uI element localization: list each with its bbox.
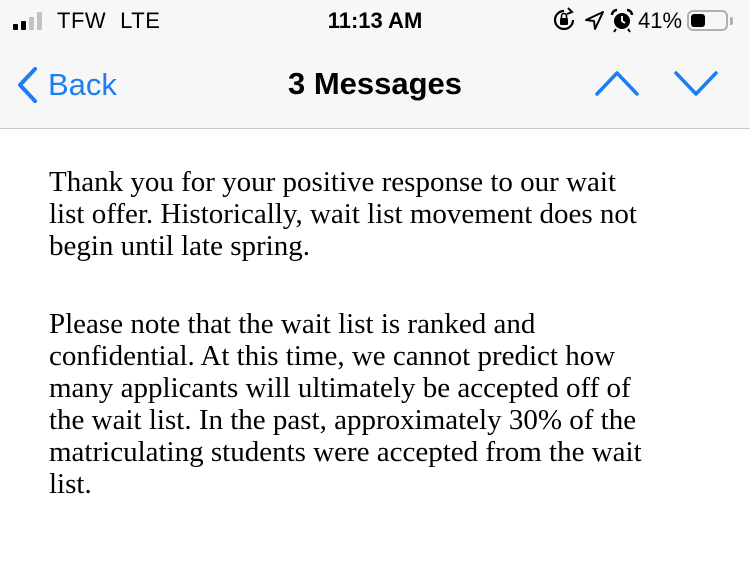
- back-button[interactable]: Back: [16, 64, 117, 106]
- battery-icon: [687, 10, 728, 31]
- chevron-left-icon: [18, 67, 37, 103]
- screen-rotation-lock-icon: [553, 7, 575, 31]
- battery-percent: 41%: [638, 8, 683, 33]
- message-paragraph: Thank you for your positive response to …: [49, 166, 637, 262]
- battery-cap: [730, 17, 733, 25]
- message-paragraph: Please note that the wait list is ranked…: [49, 308, 642, 500]
- top-bar: TFW LTE 11:13 AM 41% Back 3 Messages: [0, 0, 750, 129]
- alarm-clock-icon: [610, 8, 634, 33]
- chevron-down-icon: [674, 71, 718, 96]
- battery-level: [691, 14, 705, 27]
- navigation-bar: Back 3 Messages: [0, 56, 750, 112]
- status-icons: 41%: [548, 6, 748, 36]
- chevron-up-icon: [595, 71, 639, 96]
- previous-message-button[interactable]: [594, 68, 640, 98]
- location-arrow-icon: [585, 11, 604, 30]
- status-bar: TFW LTE 11:13 AM 41%: [0, 0, 750, 42]
- back-label: Back: [48, 67, 117, 102]
- next-message-button[interactable]: [673, 68, 719, 98]
- message-body: Thank you for your positive response to …: [49, 166, 719, 546]
